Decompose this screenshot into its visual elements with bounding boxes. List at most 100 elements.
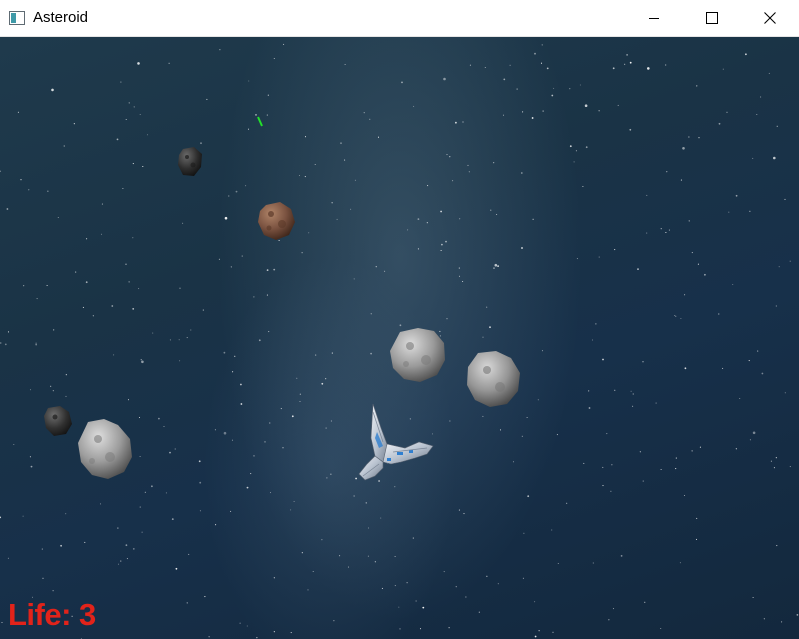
star — [718, 313, 720, 315]
star — [691, 450, 693, 452]
star — [718, 122, 721, 125]
star — [531, 117, 534, 119]
star — [446, 154, 448, 156]
star — [363, 112, 365, 114]
star — [639, 451, 641, 453]
star — [179, 287, 181, 289]
star — [268, 331, 270, 333]
star — [722, 68, 724, 70]
maximize-button[interactable] — [683, 0, 741, 36]
star — [339, 555, 341, 557]
star — [493, 267, 495, 269]
star — [502, 114, 505, 116]
star — [65, 513, 67, 515]
star — [101, 203, 103, 205]
close-button[interactable] — [741, 0, 799, 36]
star — [478, 611, 480, 613]
star — [748, 360, 750, 362]
star — [503, 78, 506, 81]
star — [541, 44, 543, 46]
star — [146, 134, 149, 136]
star — [246, 625, 248, 627]
star — [253, 296, 255, 298]
star — [660, 228, 662, 230]
star — [133, 106, 135, 108]
star — [455, 121, 457, 124]
star — [266, 269, 269, 271]
star — [214, 429, 216, 431]
star — [595, 323, 597, 325]
star — [291, 415, 294, 418]
star — [497, 265, 499, 267]
star — [142, 165, 144, 168]
star — [377, 136, 380, 138]
title-bar[interactable]: Asteroid — [0, 0, 799, 37]
star — [394, 585, 396, 587]
star — [440, 249, 442, 252]
star — [467, 164, 469, 166]
star — [273, 631, 275, 633]
star — [307, 589, 309, 591]
star — [441, 243, 443, 246]
star — [614, 389, 616, 391]
star — [35, 344, 37, 346]
star — [445, 240, 447, 243]
star — [169, 451, 171, 454]
star — [380, 517, 382, 519]
star — [608, 619, 610, 621]
star — [248, 80, 250, 82]
star — [266, 294, 268, 296]
star — [704, 273, 706, 276]
star — [697, 263, 699, 265]
star — [200, 142, 202, 145]
star — [35, 342, 37, 344]
star — [394, 555, 396, 558]
star — [446, 318, 448, 320]
star — [775, 457, 777, 459]
star — [417, 218, 420, 221]
star — [647, 67, 650, 70]
star — [127, 399, 130, 401]
star — [50, 385, 52, 387]
star — [111, 305, 114, 307]
star — [760, 96, 762, 98]
star — [85, 281, 88, 284]
star — [282, 447, 284, 449]
star — [449, 420, 451, 422]
star — [223, 431, 227, 435]
game-canvas[interactable]: Life: 3 — [0, 37, 799, 639]
star — [617, 104, 619, 106]
star — [624, 63, 626, 65]
star — [682, 147, 685, 150]
star — [29, 389, 32, 391]
star — [240, 403, 243, 405]
star — [353, 495, 355, 497]
star — [204, 596, 206, 598]
star — [141, 360, 144, 364]
star — [553, 87, 555, 89]
star — [484, 66, 486, 69]
star — [325, 427, 327, 429]
star — [551, 529, 553, 531]
minimize-button[interactable] — [625, 0, 683, 36]
star — [175, 567, 178, 570]
star — [655, 402, 657, 404]
star — [463, 513, 465, 515]
star — [4, 343, 7, 346]
star — [778, 266, 780, 268]
star — [541, 350, 544, 352]
star — [486, 575, 488, 577]
star — [630, 390, 632, 392]
star — [646, 194, 648, 196]
star — [280, 408, 282, 410]
star — [644, 601, 646, 603]
star — [745, 53, 747, 56]
star — [13, 443, 15, 446]
star — [482, 336, 484, 338]
star — [1, 621, 3, 624]
star — [527, 495, 530, 498]
star — [582, 185, 584, 188]
star — [626, 54, 628, 56]
star — [419, 628, 422, 630]
star — [757, 350, 759, 352]
